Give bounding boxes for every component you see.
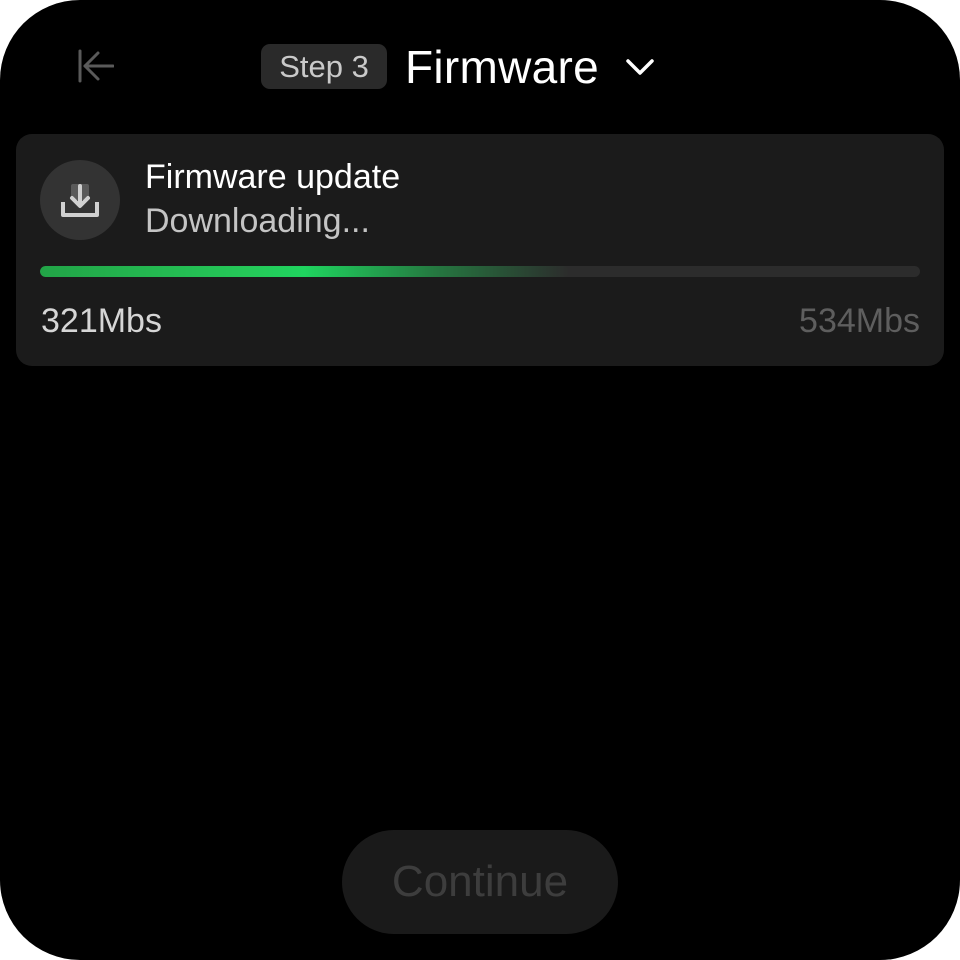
download-icon (61, 184, 99, 217)
update-title: Firmware update (145, 158, 401, 196)
progress-bar (40, 266, 920, 277)
back-arrow-icon (78, 49, 114, 83)
download-icon-container (40, 160, 120, 240)
step-badge: Step 3 (261, 44, 387, 89)
firmware-update-card: Firmware update Downloading... 321Mbs 53… (16, 134, 944, 366)
continue-button[interactable]: Continue (342, 830, 618, 934)
progress-fill (40, 266, 569, 277)
screen: Step 3 Firmware Firmware update Download… (0, 0, 960, 960)
update-status: Downloading... (145, 202, 370, 240)
back-button[interactable] (66, 42, 118, 90)
page-title: Firmware (405, 40, 600, 93)
chevron-down-icon[interactable] (625, 57, 655, 77)
total-amount: 534Mbs (799, 302, 920, 340)
downloaded-amount: 321Mbs (41, 302, 162, 340)
step-selector[interactable]: Step 3 Firmware (261, 41, 655, 93)
